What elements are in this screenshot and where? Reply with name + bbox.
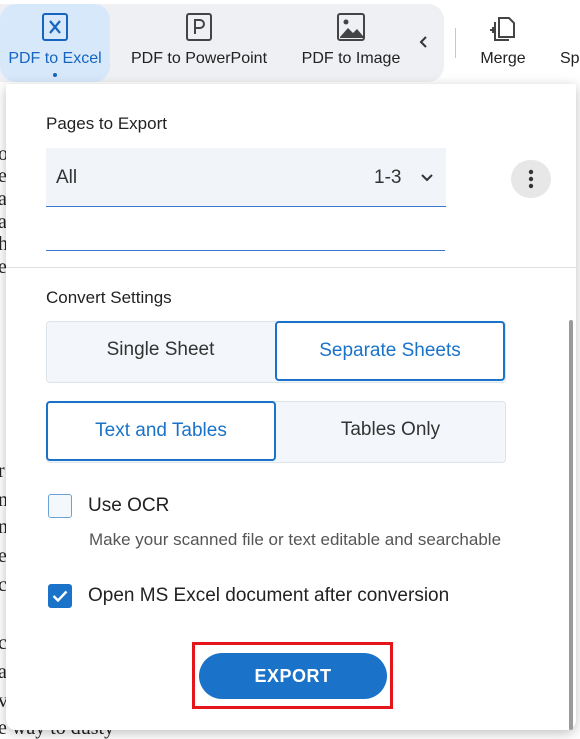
tool-label: PDF to Image [301,50,401,67]
checkmark-icon [52,590,68,602]
open-after-checkbox-row[interactable]: Open MS Excel document after conversion [48,584,449,608]
chevron-left-icon[interactable] [414,30,434,54]
powerpoint-p-icon [183,11,215,43]
tool-pdf-to-excel[interactable]: PDF to Excel [0,4,110,82]
excel-x-icon [39,11,71,43]
image-icon [335,11,367,43]
tool-label: Sp [560,50,580,67]
export-button[interactable]: EXPORT [199,653,387,699]
pages-select-value: All [56,167,78,188]
content-mode-toggle: Text and Tables Tables Only [46,401,506,463]
sheet-mode-toggle: Single Sheet Separate Sheets [46,321,506,383]
active-indicator [53,73,57,77]
section-divider [6,267,576,268]
use-ocr-checkbox[interactable] [48,494,72,518]
use-ocr-checkbox-row[interactable]: Use OCR [48,494,169,518]
open-after-label: Open MS Excel document after conversion [88,585,450,606]
single-sheet-option[interactable]: Single Sheet [47,321,274,379]
tool-label: PDF to PowerPoint [130,50,268,67]
split-icon [560,11,580,43]
ocr-hint: Make your scanned file or text editable … [89,530,502,549]
use-ocr-label: Use OCR [88,495,170,516]
tables-only-option[interactable]: Tables Only [277,401,504,459]
separate-sheets-option[interactable]: Separate Sheets [275,321,505,381]
export-highlight-box: EXPORT [192,642,393,709]
chevron-down-icon [420,170,434,188]
panel-scrollbar[interactable] [569,320,573,730]
tool-split[interactable]: Sp [560,4,580,82]
tool-label: Merge [480,50,526,67]
more-options-button[interactable] [511,160,551,198]
text-and-tables-option[interactable]: Text and Tables [46,401,276,461]
tool-pdf-to-image[interactable]: PDF to Image [296,4,406,82]
open-after-checkbox[interactable] [48,584,72,608]
pages-range: 1-3 [374,167,402,188]
custom-range-input[interactable] [46,224,445,251]
pages-to-export-label: Pages to Export [46,114,167,133]
convert-settings-label: Convert Settings [46,288,172,307]
tool-merge[interactable]: Merge [470,4,536,82]
conversion-toolbar: PDF to Excel PDF to PowerPoint PDF to Im… [0,0,580,84]
pages-select[interactable]: All 1-3 [46,148,446,207]
more-vertical-icon [528,169,534,189]
doc-fragment: r [0,460,5,482]
excel-export-panel: Pages to Export All 1-3 Convert Settings… [6,84,576,730]
tool-label: PDF to Excel [8,50,102,67]
tool-pdf-to-powerpoint[interactable]: PDF to PowerPoint [126,4,272,82]
merge-icon [487,11,519,43]
toolbar-divider [455,28,456,58]
